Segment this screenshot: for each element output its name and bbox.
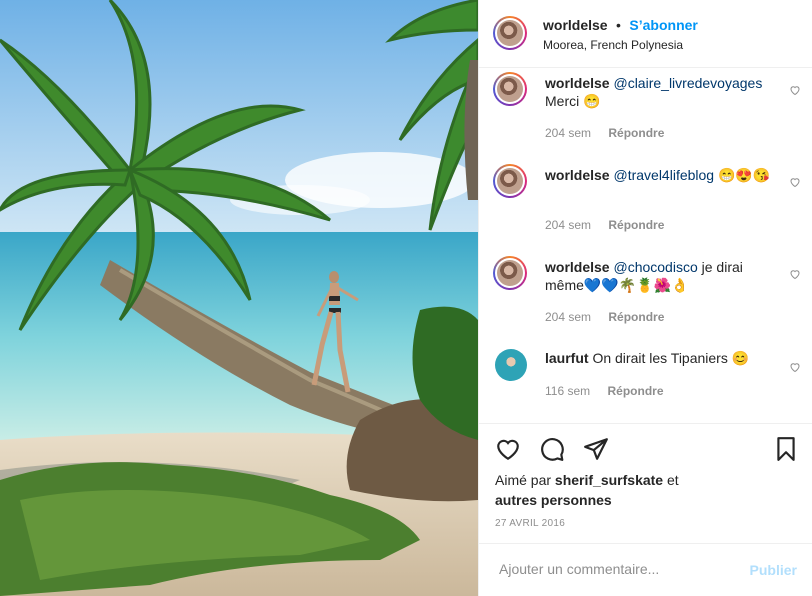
likes-user[interactable]: sherif_surfskate: [555, 472, 663, 488]
comment-text: laurfut On dirait les Tipaniers 😊: [545, 349, 781, 367]
likes-prefix: Aimé par: [495, 472, 552, 488]
comment-avatar[interactable]: [493, 256, 527, 290]
comment-avatar[interactable]: [495, 349, 527, 381]
reply-button[interactable]: Répondre: [608, 310, 664, 324]
comment-input[interactable]: [497, 560, 741, 578]
likes-summary: Aimé par sherif_surfskate et autres pers…: [495, 470, 715, 510]
add-comment-bar: Publier: [479, 543, 812, 596]
comment-icon[interactable]: [539, 436, 565, 462]
comment-time[interactable]: 204 sem: [545, 126, 591, 140]
comment-body: On dirait les Tipaniers 😊: [592, 350, 750, 366]
comment-username[interactable]: worldelse: [545, 75, 610, 91]
comment-text: worldelse @travel4lifeblog 😁😍😘: [545, 166, 781, 184]
publish-button[interactable]: Publier: [750, 562, 797, 578]
comment-username[interactable]: laurfut: [545, 350, 589, 366]
comment-meta: 116 sem Répondre: [545, 384, 664, 398]
small-heart-icon[interactable]: [789, 361, 801, 373]
comment-time[interactable]: 116 sem: [545, 384, 590, 398]
likes-others[interactable]: autres personnes: [495, 492, 612, 508]
comment-time[interactable]: 204 sem: [545, 218, 591, 232]
comment-time[interactable]: 204 sem: [545, 310, 591, 324]
reply-button[interactable]: Répondre: [608, 126, 664, 140]
comment-meta: 204 sem Répondre: [545, 218, 664, 232]
comment-body: Merci 😁: [545, 93, 601, 109]
post-side-panel: worldelse • S’abonner Moorea, French Pol…: [478, 0, 812, 596]
beach-palm-photo: [0, 0, 478, 596]
comment-username[interactable]: worldelse: [545, 167, 610, 183]
post-photo[interactable]: [0, 0, 478, 596]
comment-meta: 204 sem Répondre: [545, 310, 664, 324]
comment-avatar[interactable]: [493, 72, 527, 106]
small-heart-icon[interactable]: [789, 268, 801, 280]
comment-mention[interactable]: @chocodisco: [613, 259, 697, 275]
comment-mention[interactable]: @travel4lifeblog: [613, 167, 714, 183]
share-icon[interactable]: [583, 436, 609, 462]
bookmark-icon[interactable]: [773, 436, 799, 462]
comment-text: worldelse @chocodisco je dirai même💙💙🌴🍍🌺…: [545, 258, 781, 294]
author-username[interactable]: worldelse: [543, 17, 608, 33]
actions-divider: [479, 423, 812, 425]
post-date[interactable]: 27 AVRIL 2016: [495, 518, 565, 529]
author-avatar[interactable]: [493, 16, 527, 50]
small-heart-icon[interactable]: [789, 176, 801, 188]
comment-username[interactable]: worldelse: [545, 259, 610, 275]
comment-text: worldelse @claire_livredevoyages Merci 😁: [545, 74, 781, 110]
header-separator: •: [616, 17, 621, 33]
likes-middle: et: [666, 472, 679, 488]
comment-mention[interactable]: @claire_livredevoyages: [613, 75, 762, 91]
post-location[interactable]: Moorea, French Polynesia: [543, 38, 683, 52]
reply-button[interactable]: Répondre: [608, 218, 664, 232]
comment-avatar[interactable]: [493, 164, 527, 198]
comment-body: 😁😍😘: [717, 167, 771, 183]
reply-button[interactable]: Répondre: [607, 384, 663, 398]
heart-icon[interactable]: [495, 436, 521, 462]
post-header: worldelse • S’abonner Moorea, French Pol…: [479, 0, 812, 68]
comment-meta: 204 sem Répondre: [545, 126, 664, 140]
small-heart-icon[interactable]: [789, 84, 801, 96]
follow-button[interactable]: S’abonner: [629, 17, 697, 33]
